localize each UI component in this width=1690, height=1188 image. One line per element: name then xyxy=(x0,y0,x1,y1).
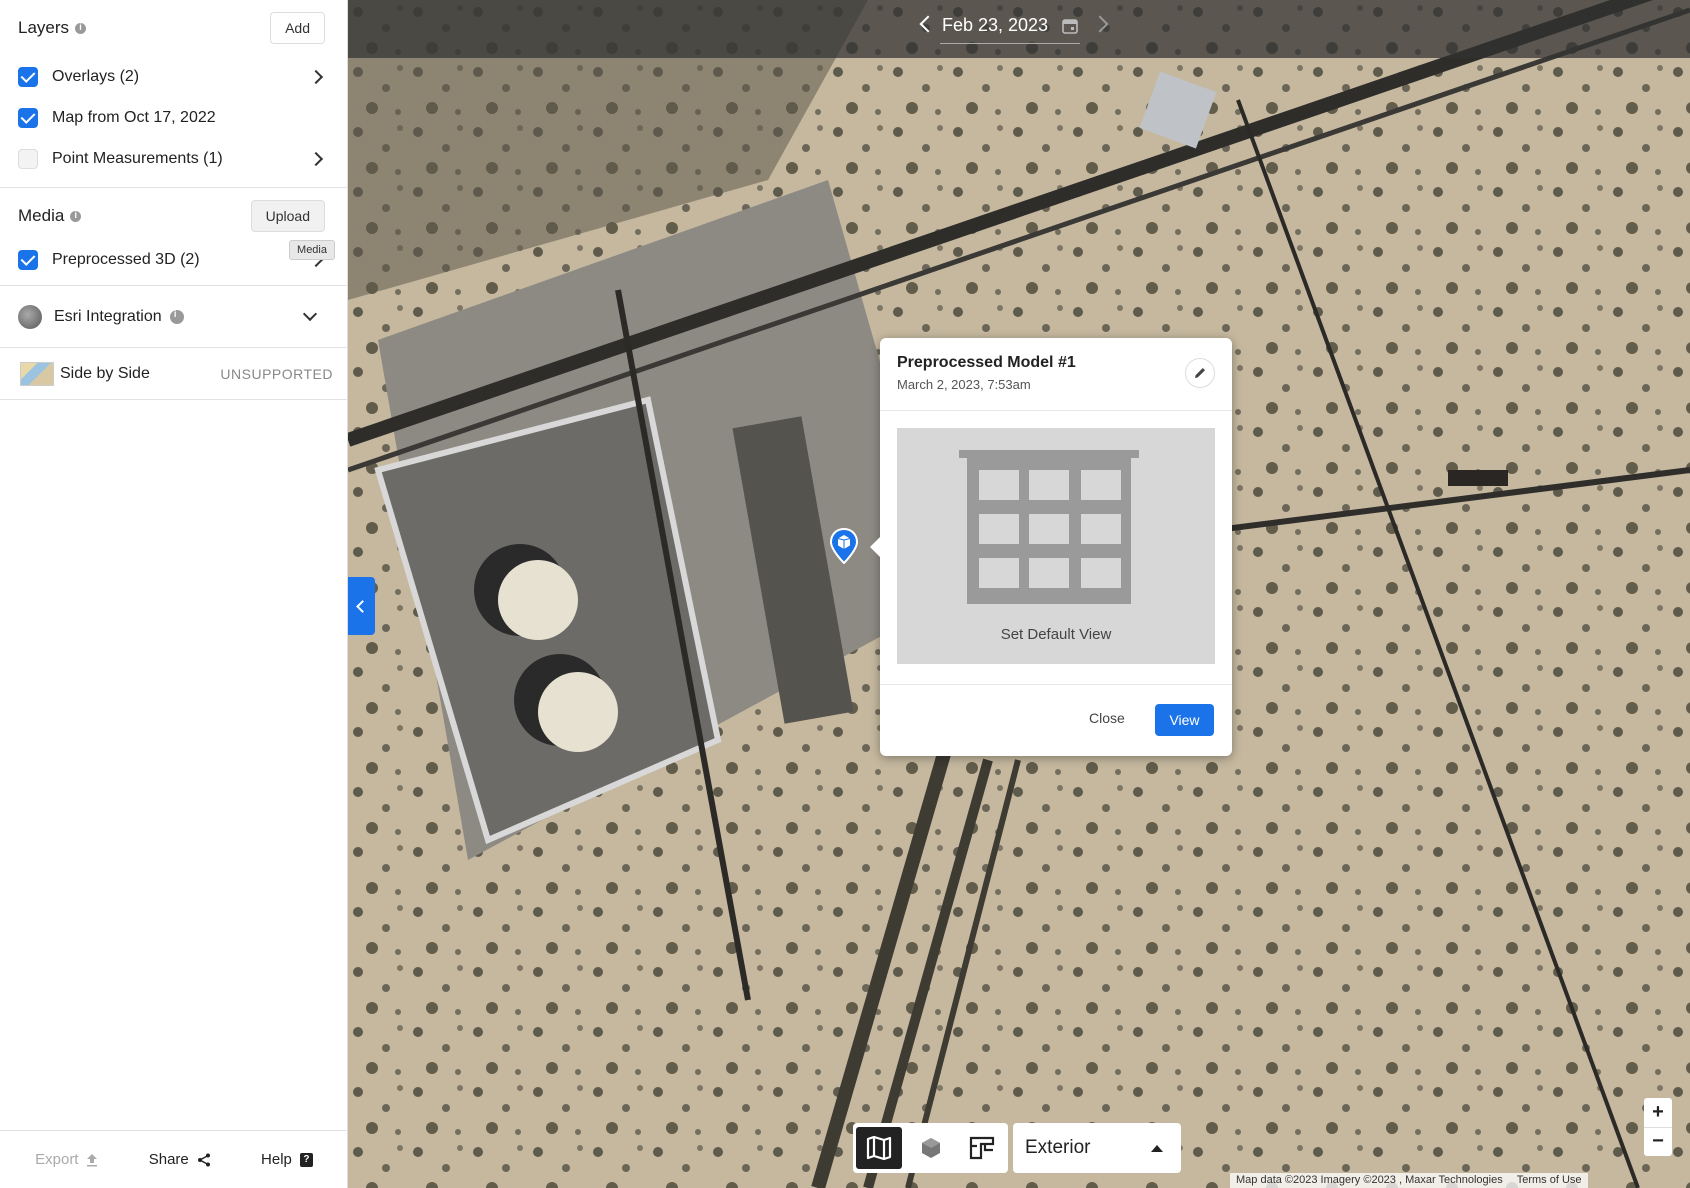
chevron-right-icon[interactable] xyxy=(308,69,324,84)
upload-icon xyxy=(87,1153,98,1166)
layers-section: Layers Add Overlays (2) Map from Oct 17,… xyxy=(0,0,347,188)
media-label: Preprocessed 3D (2) xyxy=(52,251,200,268)
date-bar: Feb 23, 2023 xyxy=(348,0,1690,58)
esri-section[interactable]: Esri Integration xyxy=(0,286,347,348)
popup-title: Preprocessed Model #1 xyxy=(897,354,1076,371)
chevron-down-icon[interactable] xyxy=(302,306,318,322)
share-label: Share xyxy=(148,1151,189,1168)
export-label: Export xyxy=(35,1151,79,1168)
chevron-right-icon[interactable] xyxy=(308,151,324,166)
terms-link[interactable]: Terms of Use xyxy=(1517,1174,1582,1187)
edit-button[interactable] xyxy=(1185,358,1215,388)
collapse-sidebar-button[interactable] xyxy=(348,577,375,635)
close-button[interactable]: Close xyxy=(1085,704,1129,732)
media-section: Media Upload Preprocessed 3D (2) xyxy=(0,188,347,286)
upload-button[interactable]: Upload xyxy=(250,200,325,232)
popup-date: March 2, 2023, 7:53am xyxy=(897,377,1031,392)
info-icon[interactable] xyxy=(169,309,184,324)
sidebar: Layers Add Overlays (2) Map from Oct 17,… xyxy=(0,0,348,1188)
preprocessed-3d-checkbox[interactable] xyxy=(18,250,38,270)
3d-view-button[interactable] xyxy=(908,1127,954,1169)
info-icon[interactable] xyxy=(75,22,87,34)
media-tooltip: Media xyxy=(289,240,335,260)
layers-title: Layers xyxy=(18,18,87,38)
layer-label: Point Measurements (1) xyxy=(52,149,223,167)
chevron-left-icon[interactable] xyxy=(919,15,937,33)
zoom-control: + − xyxy=(1644,1098,1672,1156)
triangle-up-icon xyxy=(1151,1144,1163,1152)
layer-row-overlays[interactable]: Overlays (2) xyxy=(0,56,347,97)
pencil-icon xyxy=(1195,368,1205,378)
layer-row-map[interactable]: Map from Oct 17, 2022 xyxy=(0,97,347,138)
esri-label: Esri Integration xyxy=(54,308,162,325)
exterior-select-value: Exterior xyxy=(1025,1137,1091,1158)
view-mode-switcher xyxy=(853,1123,1008,1173)
zoom-out-button[interactable]: − xyxy=(1644,1126,1672,1157)
cube-icon xyxy=(921,1138,940,1158)
export-button[interactable]: Export xyxy=(35,1151,98,1168)
calendar-icon[interactable] xyxy=(1062,18,1078,34)
attribution-text: Map data ©2023 Imagery ©2023 , Maxar Tec… xyxy=(1236,1174,1503,1186)
globe-icon xyxy=(18,305,42,329)
side-by-side-label: Side by Side xyxy=(60,365,150,382)
help-button[interactable]: Help ? xyxy=(261,1151,313,1168)
map-thumbnail-icon xyxy=(20,362,54,386)
layers-title-text: Layers xyxy=(18,18,70,37)
share-icon xyxy=(197,1153,210,1166)
map-view-button[interactable] xyxy=(856,1127,902,1169)
chevron-right-icon[interactable] xyxy=(1091,15,1109,33)
add-layer-button[interactable]: Add xyxy=(270,12,325,44)
point-measurements-checkbox[interactable] xyxy=(18,148,38,169)
exterior-select[interactable]: Exterior xyxy=(1013,1123,1181,1173)
zoom-in-button[interactable]: + xyxy=(1644,1098,1672,1127)
layer-row-point-measurements[interactable]: Point Measurements (1) xyxy=(0,138,347,179)
floorplan-view-button[interactable] xyxy=(959,1127,1005,1169)
sidebar-footer: Export Share Help ? xyxy=(0,1130,348,1188)
overlays-checkbox[interactable] xyxy=(18,66,38,87)
media-title-text: Media xyxy=(18,206,65,225)
share-button[interactable]: Share xyxy=(149,1151,211,1168)
side-by-side-section: Side by Side UNSUPPORTED xyxy=(0,348,347,400)
map-icon xyxy=(866,1136,891,1160)
set-default-view-label: Set Default View xyxy=(1000,626,1112,643)
unsupported-badge: UNSUPPORTED xyxy=(220,366,333,382)
info-icon[interactable] xyxy=(70,210,82,222)
divider xyxy=(880,684,1232,685)
floorplan-icon xyxy=(970,1136,995,1160)
media-pin-icon[interactable] xyxy=(830,528,858,564)
set-default-view-thumbnail[interactable]: Set Default View xyxy=(897,428,1215,664)
map-checkbox[interactable] xyxy=(18,107,38,128)
divider xyxy=(880,410,1232,411)
date-picker[interactable]: Feb 23, 2023 xyxy=(940,8,1080,44)
date-text: Feb 23, 2023 xyxy=(941,15,1049,35)
media-popup: Preprocessed Model #1 March 2, 2023, 7:5… xyxy=(870,338,1232,756)
media-title: Media xyxy=(18,206,82,226)
help-label: Help xyxy=(261,1151,292,1168)
building-icon xyxy=(959,450,1139,604)
help-icon: ? xyxy=(299,1152,313,1167)
layer-label: Map from Oct 17, 2022 xyxy=(52,108,216,126)
view-button[interactable]: View xyxy=(1155,704,1214,736)
map-attribution: Map data ©2023 Imagery ©2023 , Maxar Tec… xyxy=(1230,1173,1588,1188)
layer-label: Overlays (2) xyxy=(52,67,140,85)
